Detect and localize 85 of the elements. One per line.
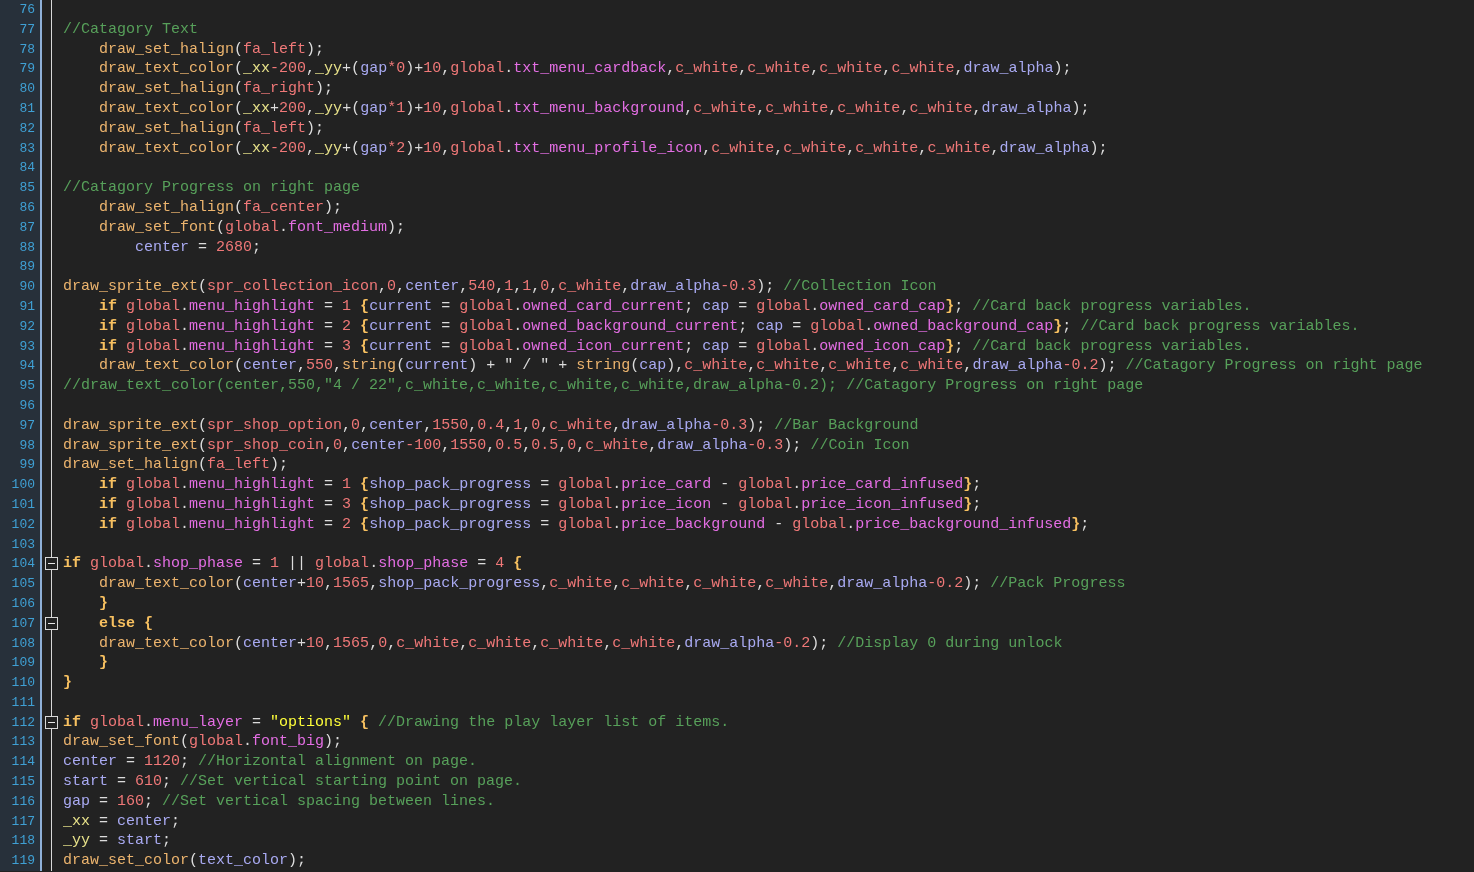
code-line: _yy = start; xyxy=(62,831,172,852)
code-line: } xyxy=(98,593,108,614)
code-line: if global.menu_highlight = 1 {current = global.owned_card_current; cap = global.owned_card_cap}; //Card back progress variables. xyxy=(98,296,1252,317)
line-number: 98 xyxy=(0,435,42,456)
collapse-toggle[interactable] xyxy=(45,616,58,630)
line-number: 103 xyxy=(0,534,42,555)
line-number: 107 xyxy=(0,613,42,634)
line-number: 96 xyxy=(0,395,42,416)
line-number: 87 xyxy=(0,217,42,238)
code-line: draw_text_color(center,550,string(current) + " / " + string(cap),c_white,c_white,c_white,c_white,draw_alpha-0.2); //Catagory Progress on right page xyxy=(98,356,1423,377)
line-number: 111 xyxy=(0,692,42,713)
code-line: draw_sprite_ext(spr_shop_option,0,center,1550,0.4,1,0,c_white,draw_alpha-0.3); //Bar Background xyxy=(62,415,919,436)
code-line: if global.menu_highlight = 1 {shop_pack_progress = global.price_card - global.price_card_infused}; xyxy=(98,475,982,495)
code-line: _xx = center; xyxy=(62,811,181,832)
line-number: 97 xyxy=(0,415,42,436)
code-line: if global.menu_highlight = 3 {shop_pack_progress = global.price_icon - global.price_icon_infused}; xyxy=(98,494,982,515)
code-line: draw_text_color(center+10,1565,0,c_white,c_white,c_white,c_white,draw_alpha-0.2); //Display 0 during unlock xyxy=(98,633,1063,654)
line-number: 83 xyxy=(0,138,42,159)
line-number: 116 xyxy=(0,791,42,812)
line-number: 119 xyxy=(0,851,42,872)
collapse-toggle[interactable] xyxy=(45,557,58,571)
code-line: center = 1120; //Horizontal alignment on page. xyxy=(62,752,478,773)
code-line: if global.shop_phase = 1 || global.shop_phase = 4 { xyxy=(62,554,523,575)
code-line: draw_set_color(text_color); xyxy=(62,851,307,872)
line-number: 94 xyxy=(0,356,42,377)
line-number: 106 xyxy=(0,593,42,614)
line-number: 114 xyxy=(0,752,42,773)
code-line: draw_sprite_ext(spr_collection_icon,0,center,540,1,1,0,c_white,draw_alpha-0.3); //Collection Icon xyxy=(62,277,937,297)
line-number: 81 xyxy=(0,99,42,119)
line-number: 118 xyxy=(0,831,42,852)
code-line: //draw_text_color(center,550,"4 / 22",c_white,c_white,c_white,c_white,draw_alpha-0.2); //Catagory Progress on right page xyxy=(62,376,1144,396)
line-number: 78 xyxy=(0,39,42,60)
line-number: 85 xyxy=(0,178,42,198)
code-line: draw_set_halign(fa_center); xyxy=(98,197,343,218)
line-number: 92 xyxy=(0,316,42,337)
line-number: 93 xyxy=(0,336,42,357)
code-line: center = 2680; xyxy=(134,237,262,258)
code-line: draw_text_color(center+10,1565,shop_pack_progress,c_white,c_white,c_white,c_white,draw_alpha-0.2); //Pack Progress xyxy=(98,574,1126,594)
line-number: 77 xyxy=(0,19,42,40)
code-line: else { xyxy=(98,613,153,634)
code-line: if global.menu_highlight = 2 {current = global.owned_background_current; cap = global.owned_background_cap}; //Card back progress variables. xyxy=(98,316,1360,337)
code-line: draw_set_halign(fa_left); xyxy=(98,39,325,60)
code-line: if global.menu_layer = "options" { //Drawing the play layer list of items. xyxy=(62,712,730,733)
line-number: 86 xyxy=(0,197,42,218)
line-number: 84 xyxy=(0,158,42,179)
code-line: start = 610; //Set vertical starting point on page. xyxy=(62,772,523,792)
line-number: 105 xyxy=(0,574,42,594)
line-number: 109 xyxy=(0,653,42,674)
line-number: 80 xyxy=(0,79,42,99)
code-line: draw_set_font(global.font_big); xyxy=(62,732,343,753)
line-number: 79 xyxy=(0,59,42,80)
line-number: 91 xyxy=(0,296,42,317)
line-number: 99 xyxy=(0,455,42,476)
line-number: 115 xyxy=(0,772,42,792)
line-number: 102 xyxy=(0,514,42,535)
code-line: draw_set_font(global.font_medium); xyxy=(98,217,406,238)
code-line: gap = 160; //Set vertical spacing between lines. xyxy=(62,791,496,812)
line-number: 117 xyxy=(0,811,42,832)
code-line: } xyxy=(62,673,72,693)
line-number: 101 xyxy=(0,494,42,515)
code-line: if global.menu_highlight = 2 {shop_pack_progress = global.price_background - global.price_background_infused}; xyxy=(98,514,1090,535)
code-line: draw_sprite_ext(spr_shop_coin,0,center-100,1550,0.5,0.5,0,c_white,draw_alpha-0.3); //Coin Icon xyxy=(62,435,910,456)
collapse-toggle[interactable] xyxy=(45,715,58,729)
code-line: draw_set_halign(fa_left); xyxy=(62,455,289,476)
line-number: 88 xyxy=(0,237,42,258)
line-number: 89 xyxy=(0,257,42,278)
line-number: 76 xyxy=(0,0,42,20)
code-line: //Catagory Progress on right page xyxy=(62,178,361,198)
code-line: //Catagory Text xyxy=(62,19,199,40)
line-number: 113 xyxy=(0,732,42,753)
line-number: 100 xyxy=(0,475,42,495)
code-line: draw_text_color(_xx-200,_yy+(gap*2)+10,global.txt_menu_profile_icon,c_white,c_white,c_white,c_white,draw_alpha); xyxy=(98,138,1108,159)
line-number: 82 xyxy=(0,118,42,139)
code-line: if global.menu_highlight = 3 {current = global.owned_icon_current; cap = global.owned_icon_cap}; //Card back progress variables. xyxy=(98,336,1252,357)
code-line: draw_text_color(_xx-200,_yy+(gap*0)+10,global.txt_menu_cardback,c_white,c_white,c_white,c_white,draw_alpha); xyxy=(98,59,1072,80)
line-number: 108 xyxy=(0,633,42,654)
code-line: } xyxy=(98,653,108,674)
line-number: 104 xyxy=(0,554,42,575)
code-line: draw_set_halign(fa_right); xyxy=(98,79,334,99)
line-number: 95 xyxy=(0,376,42,396)
line-number: 112 xyxy=(0,712,42,733)
code-line: draw_set_halign(fa_left); xyxy=(98,118,325,139)
line-number: 110 xyxy=(0,673,42,693)
code-line: draw_text_color(_xx+200,_yy+(gap*1)+10,global.txt_menu_background,c_white,c_white,c_white,c_white,draw_alpha); xyxy=(98,99,1090,119)
line-number: 90 xyxy=(0,277,42,297)
